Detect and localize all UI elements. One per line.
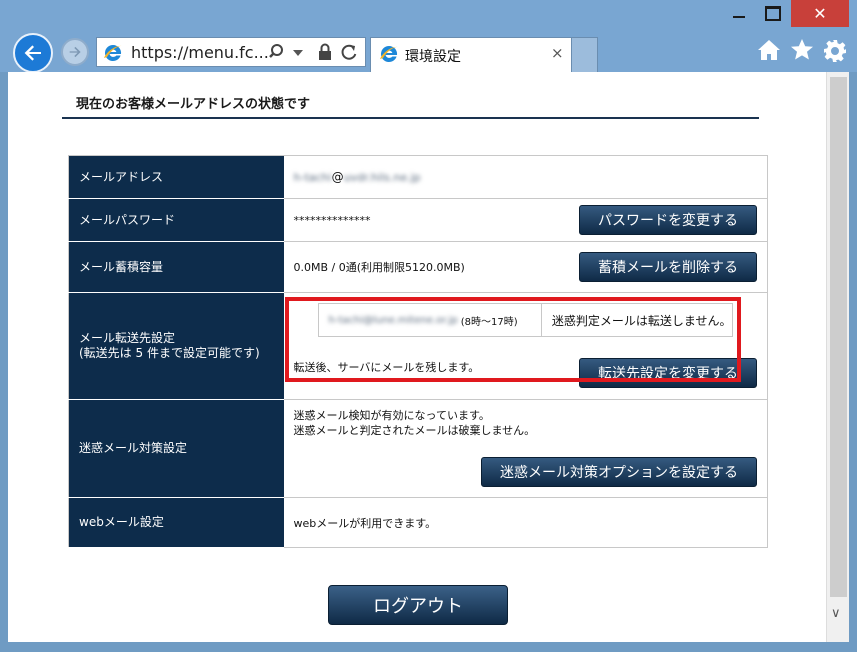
mail-address-user: h-tachi (293, 171, 332, 184)
minimize-button[interactable] (723, 0, 755, 27)
address-bar[interactable]: https://menu.fc... (96, 37, 366, 67)
logout-button[interactable]: ログアウト (328, 585, 508, 625)
search-icon[interactable] (269, 43, 287, 61)
spam-status-line1: 迷惑メール検知が有効になっています。 (293, 409, 490, 422)
table-row: 迷惑メール対策設定 迷惑メール検知が有効になっています。 迷惑メールと判定された… (68, 399, 768, 498)
new-tab-button[interactable] (572, 37, 598, 72)
forwarding-label-line2: (転送先は 5 件まで設定可能です) (79, 346, 260, 360)
back-button[interactable] (13, 33, 53, 73)
row-label-mail-password: メールパスワード (68, 198, 284, 242)
row-label-mail-address: メールアドレス (68, 155, 284, 199)
row-label-mail-storage: メール蓄積容量 (68, 241, 284, 293)
dropdown-icon[interactable] (293, 50, 303, 56)
mail-password-value: ************** (293, 213, 371, 227)
forwarding-label-line1: メール転送先設定 (79, 331, 176, 345)
page-viewport: 現在のお客様メールアドレスの状態です メールアドレス h-tachi@uvdr.… (8, 72, 826, 642)
scrollbar-thumb[interactable] (830, 77, 847, 597)
url-text: https://menu.fc... (131, 43, 269, 62)
spam-settings-cell: 迷惑メール検知が有効になっています。 迷惑メールと判定されたメールは破棄しません… (283, 399, 768, 498)
maximize-button[interactable] (757, 0, 789, 27)
row-label-mail-forwarding: メール転送先設定 (転送先は 5 件まで設定可能です) (68, 292, 284, 400)
ie-logo-icon (104, 44, 122, 61)
home-icon[interactable] (757, 39, 781, 61)
mail-storage-value: 0.0MB / 0通(利用制限5120.0MB) (293, 261, 465, 274)
spam-status-text: 迷惑メール検知が有効になっています。 迷惑メールと判定されたメールは破棄しません… (294, 408, 536, 438)
refresh-icon[interactable] (340, 43, 358, 61)
spam-status-line2: 迷惑メールと判定されたメールは破棄しません。 (293, 424, 536, 437)
table-row: メールアドレス h-tachi@uvdr.hils.ne.jp (68, 155, 768, 199)
row-label-webmail: webメール設定 (68, 497, 284, 548)
table-row: webメール設定 webメールが利用できます。 (68, 497, 768, 548)
row-label-spam-settings: 迷惑メール対策設定 (68, 399, 284, 498)
highlight-frame (285, 297, 741, 382)
mail-address-domain: uvdr.hils.ne.jp (343, 171, 421, 184)
webmail-value: webメールが利用できます。 (283, 497, 768, 548)
forward-button[interactable] (61, 38, 89, 66)
section-title: 現在のお客様メールアドレスの状態です (62, 93, 759, 119)
title-bar: ✕ (0, 0, 857, 30)
arrow-right-icon (69, 46, 81, 58)
vertical-scrollbar[interactable]: ∨ (826, 72, 849, 642)
table-row: メールパスワード ************** パスワードを変更する (68, 198, 768, 242)
arrow-left-icon (24, 45, 41, 61)
settings-gear-icon[interactable] (823, 39, 847, 63)
lock-icon[interactable] (317, 43, 333, 61)
tab-environment-settings[interactable]: 環境設定 × (370, 37, 572, 72)
delete-stored-mail-button[interactable]: 蓄積メールを削除する (579, 252, 757, 282)
close-window-button[interactable]: ✕ (791, 0, 849, 27)
browser-toolbar: https://menu.fc... 環境設定 × (0, 30, 857, 73)
mail-password-cell: ************** パスワードを変更する (283, 198, 768, 242)
ie-logo-icon (380, 45, 398, 62)
change-password-button[interactable]: パスワードを変更する (579, 205, 757, 235)
favorites-star-icon[interactable] (790, 39, 814, 61)
mail-address-value: h-tachi@uvdr.hils.ne.jp (283, 155, 768, 199)
tab-close-button[interactable]: × (551, 44, 564, 62)
spam-options-button[interactable]: 迷惑メール対策オプションを設定する (481, 457, 757, 487)
scroll-down-arrow-icon[interactable]: ∨ (831, 606, 841, 621)
mail-address-at: @ (331, 170, 344, 184)
tab-title: 環境設定 (405, 49, 461, 65)
mail-storage-cell: 0.0MB / 0通(利用制限5120.0MB) 蓄積メールを削除する (283, 241, 768, 293)
table-row: メール蓄積容量 0.0MB / 0通(利用制限5120.0MB) 蓄積メールを削… (68, 241, 768, 293)
